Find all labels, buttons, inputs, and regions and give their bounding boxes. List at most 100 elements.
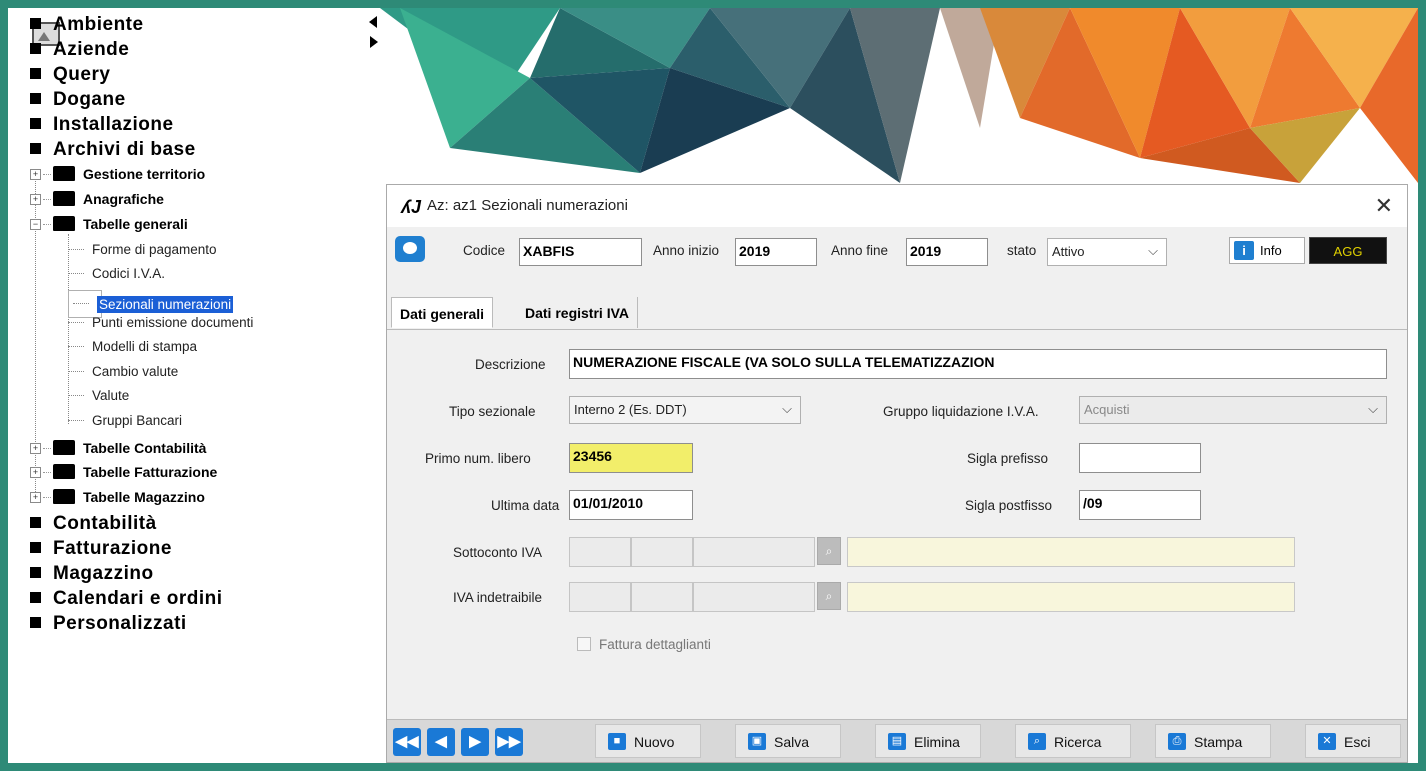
tab-dati-registri-iva[interactable]: Dati registri IVA: [517, 297, 638, 328]
tree-item-installazione[interactable]: Installazione: [30, 114, 174, 136]
sigla-postfisso-label: Sigla postfisso: [965, 498, 1053, 513]
sigla-postfisso-field[interactable]: /09: [1079, 490, 1201, 520]
folder-icon: [53, 440, 75, 455]
expand-icon[interactable]: +: [30, 492, 41, 503]
descrizione-label: Descrizione: [475, 357, 546, 372]
tree-item-magazzino[interactable]: Magazzino: [30, 563, 154, 585]
close-icon[interactable]: ✕: [1375, 193, 1393, 219]
chevron-down-icon: ⌵: [782, 401, 792, 416]
indetraibile-conto-field[interactable]: [631, 582, 693, 612]
tab-dati-generali[interactable]: Dati generali: [391, 297, 494, 328]
folder-icon: [53, 464, 75, 479]
gruppo-liquidazione-select[interactable]: Acquisti ⌵: [1079, 396, 1387, 424]
tree-leaf-sezionali-numerazioni[interactable]: Sezionali numerazioni: [68, 290, 234, 318]
sigla-prefisso-label: Sigla prefisso: [967, 451, 1049, 466]
info-icon: i: [1234, 241, 1254, 260]
tree-item-aziende[interactable]: Aziende: [30, 39, 129, 61]
ultima-data-label: Ultima data: [491, 498, 560, 513]
tree-leaf-cambio-valute[interactable]: Cambio valute: [68, 364, 178, 379]
polygon-art: [380, 8, 1418, 183]
tipo-sezionale-select[interactable]: Interno 2 (Es. DDT) ⌵: [569, 396, 801, 424]
tree-leaf-punti-emissione-documenti[interactable]: Punti emissione documenti: [68, 315, 253, 330]
expand-icon[interactable]: +: [30, 194, 41, 205]
folder-icon: [53, 489, 75, 504]
tree-item-calendari-e-ordini[interactable]: Calendari e ordini: [30, 588, 222, 610]
delete-icon: ▤: [888, 733, 906, 750]
expand-icon[interactable]: +: [30, 169, 41, 180]
next-record-icon[interactable]: ▶: [461, 728, 489, 756]
bullet-icon: [30, 118, 41, 129]
tree-leaf-valute[interactable]: Valute: [68, 388, 129, 403]
navigation-tree: Ambiente Aziende Query Dogane Installazi…: [8, 8, 369, 763]
elimina-button[interactable]: ▤ Elimina: [875, 724, 981, 758]
search-icon: ⌕: [1028, 733, 1046, 750]
esci-button[interactable]: ✕ Esci: [1305, 724, 1401, 758]
tree-item-archivi-di-base[interactable]: Archivi di base: [30, 139, 196, 161]
ricerca-button[interactable]: ⌕ Ricerca: [1015, 724, 1131, 758]
fattura-dettaglianti-checkbox[interactable]: [577, 637, 591, 651]
previous-record-icon[interactable]: ◀: [427, 728, 455, 756]
tree-item-ambiente[interactable]: Ambiente: [30, 14, 144, 36]
anno-fine-field[interactable]: 2019: [906, 238, 988, 266]
expand-icon[interactable]: +: [30, 443, 41, 454]
tree-folder-tabelle-generali[interactable]: − Tabelle generali: [30, 216, 188, 232]
first-record-icon[interactable]: ◀◀: [393, 728, 421, 756]
bottom-toolbar: ◀◀ ◀ ▶ ▶▶ ■ Nuovo ▣ Salva ▤ Elimina ⌕ Ricerc…: [387, 719, 1407, 762]
splitter[interactable]: [368, 8, 380, 763]
info-button[interactable]: i Info: [1229, 237, 1305, 264]
stato-select[interactable]: Attivo ⌵: [1047, 238, 1167, 266]
expand-right-icon[interactable]: [370, 36, 378, 48]
expand-icon[interactable]: +: [30, 467, 41, 478]
last-record-icon[interactable]: ▶▶: [495, 728, 523, 756]
sottoconto-descrizione-field[interactable]: [847, 537, 1295, 567]
bullet-icon: [30, 43, 41, 54]
stampa-button[interactable]: ⎙ Stampa: [1155, 724, 1271, 758]
tree-folder-anagrafiche[interactable]: + Anagrafiche: [30, 191, 164, 207]
dialog-titlebar: ʎJ Az: az1 Sezionali numerazioni ✕: [387, 185, 1407, 227]
codice-field[interactable]: XABFIS: [519, 238, 642, 266]
tree-leaf-gruppi-bancari[interactable]: Gruppi Bancari: [68, 413, 182, 428]
dialog-title: Az: az1 Sezionali numerazioni: [427, 197, 628, 214]
primo-num-libero-field[interactable]: 23456: [569, 443, 693, 473]
tree-item-contabilita[interactable]: Contabilità: [30, 513, 157, 535]
tree-leaf-modelli-di-stampa[interactable]: Modelli di stampa: [68, 339, 197, 354]
app-frame: Ambiente Aziende Query Dogane Installazi…: [8, 8, 1418, 763]
tree-folder-tabelle-fatturazione[interactable]: + Tabelle Fatturazione: [30, 464, 217, 480]
bullet-icon: [30, 18, 41, 29]
ultima-data-field[interactable]: 01/01/2010: [569, 490, 693, 520]
chevron-down-icon: ⌵: [1368, 401, 1378, 416]
tree-item-personalizzati[interactable]: Personalizzati: [30, 613, 187, 635]
gruppo-liquidazione-label: Gruppo liquidazione I.V.A.: [883, 404, 1039, 419]
indetraibile-descrizione-field[interactable]: [847, 582, 1295, 612]
new-icon: ■: [608, 733, 626, 750]
tree-folder-gestione-territorio[interactable]: + Gestione territorio: [30, 166, 205, 182]
search-icon[interactable]: ⌕: [817, 582, 841, 610]
app-logo-icon: ʎJ: [401, 197, 422, 217]
sigla-prefisso-field[interactable]: [1079, 443, 1201, 473]
collapse-left-icon[interactable]: [369, 16, 377, 28]
tree-leaf-codici-iva[interactable]: Codici I.V.A.: [68, 266, 165, 281]
sezionali-dialog: ʎJ Az: az1 Sezionali numerazioni ✕ Codic…: [386, 184, 1408, 763]
tree-item-dogane[interactable]: Dogane: [30, 89, 126, 111]
tree-item-fatturazione[interactable]: Fatturazione: [30, 538, 172, 560]
anno-inizio-field[interactable]: 2019: [735, 238, 817, 266]
sottoconto-iva-label: Sottoconto IVA: [453, 545, 543, 560]
collapse-icon[interactable]: −: [30, 219, 41, 230]
agg-button[interactable]: AGG: [1309, 237, 1387, 264]
sottoconto-mastro-field[interactable]: [569, 537, 631, 567]
sottoconto-sottoconto-field[interactable]: [693, 537, 815, 567]
indetraibile-sottoconto-field[interactable]: [693, 582, 815, 612]
bullet-icon: [30, 567, 41, 578]
descrizione-field[interactable]: NUMERAZIONE FISCALE (VA SOLO SULLA TELEM…: [569, 349, 1387, 379]
indetraibile-mastro-field[interactable]: [569, 582, 631, 612]
tree-leaf-forme-di-pagamento[interactable]: Forme di pagamento: [68, 242, 217, 257]
nuovo-button[interactable]: ■ Nuovo: [595, 724, 701, 758]
chat-bubble-icon[interactable]: [395, 236, 425, 262]
search-icon[interactable]: ⌕: [817, 537, 841, 565]
tree-folder-tabelle-magazzino[interactable]: + Tabelle Magazzino: [30, 489, 205, 505]
header-row: Codice XABFIS Anno inizio 2019 Anno fine…: [387, 227, 1407, 279]
salva-button[interactable]: ▣ Salva: [735, 724, 841, 758]
sottoconto-conto-field[interactable]: [631, 537, 693, 567]
tree-item-query[interactable]: Query: [30, 64, 110, 86]
tree-folder-tabelle-contabilita[interactable]: + Tabelle Contabilità: [30, 440, 206, 456]
